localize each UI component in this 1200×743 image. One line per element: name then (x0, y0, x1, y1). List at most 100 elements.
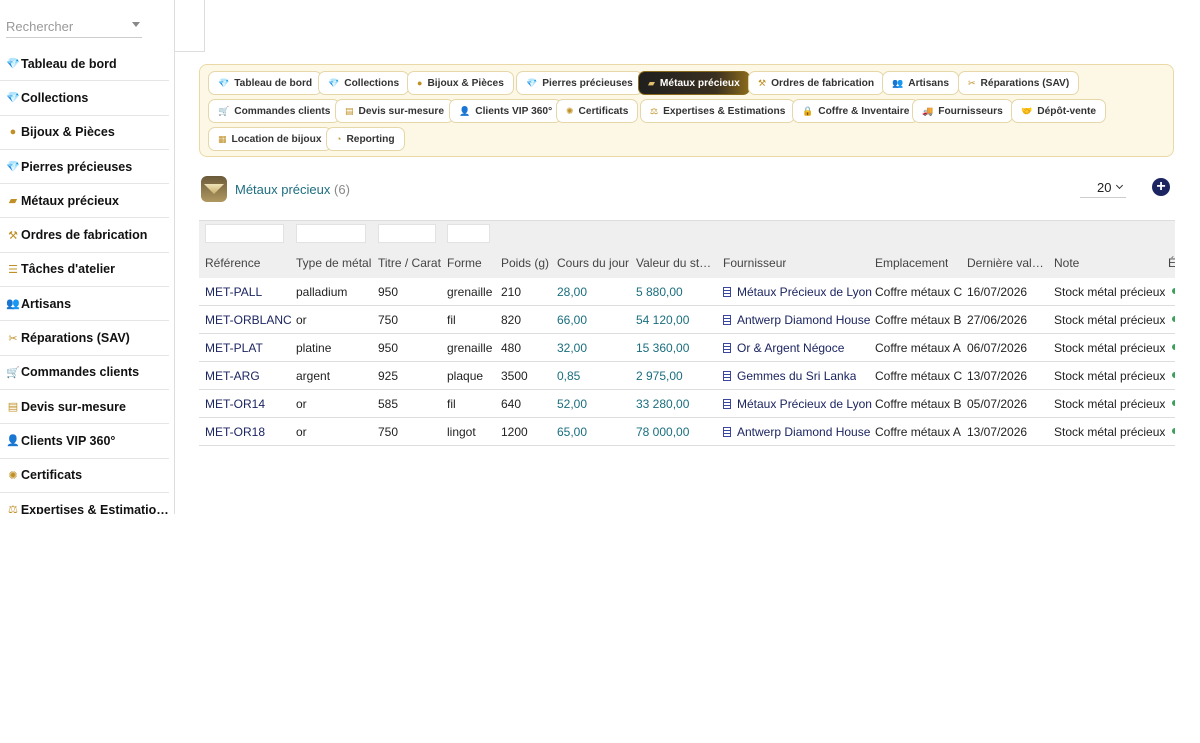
tab-clients-vip[interactable]: 👤 Clients VIP 360° (449, 99, 563, 123)
column-header[interactable]: Cours du jour (557, 256, 629, 270)
column-header[interactable]: Référence (205, 256, 260, 270)
column-header[interactable]: Poids (g) (501, 256, 549, 270)
cell-text: 2 975,00 (636, 369, 683, 383)
sidebar-item-commandes[interactable]: 🛒 Commandes clients (0, 356, 169, 390)
cell-text: 78 000,00 (636, 425, 690, 439)
sidebar-item-clients-vip[interactable]: 👤 Clients VIP 360° (0, 424, 169, 459)
cell-text: Stock métal précieux (1054, 341, 1166, 355)
sidebar-item-ordres[interactable]: ⚒ Ordres de fabrication (0, 218, 169, 253)
cell-reference[interactable]: MET-PLAT (205, 341, 263, 355)
cell-reference[interactable]: MET-OR18 (205, 425, 265, 439)
sidebar-item-collections[interactable]: 💎 Collections (0, 81, 169, 116)
sidebar-item-tableau-de-bord[interactable]: 💎 Tableau de bord (0, 47, 169, 82)
sidebar-item-devis[interactable]: ▤ Devis sur-mesure (0, 390, 169, 425)
cell-reference[interactable]: MET-OR14 (205, 397, 265, 411)
tab-collections[interactable]: 💎 Collections (318, 71, 410, 95)
cell-note: Stock métal précieux (1054, 369, 1165, 383)
cell-reference[interactable]: MET-ORBLANC (205, 313, 292, 327)
tab-pierres[interactable]: 💎 Pierres précieuses (516, 71, 643, 95)
cell-forme: grenaille (447, 341, 492, 355)
cell-text: 54 120,00 (636, 313, 690, 327)
cell-fournisseur[interactable]: Or & Argent Négoce (723, 341, 844, 355)
column-header[interactable]: Forme (447, 256, 482, 270)
column-header[interactable]: Valeur du st… (636, 256, 716, 270)
cell-text: or (296, 313, 307, 327)
cell-text: 750 (378, 425, 399, 439)
sidebar-item-expertises[interactable]: ⚖ Expertises & Estimations (0, 493, 169, 515)
cell-fournisseur[interactable]: Métaux Précieux de Lyon (723, 397, 872, 411)
cell-text: MET-PLAT (205, 341, 263, 355)
cell-fournisseur[interactable]: Antwerp Diamond House (723, 425, 870, 439)
column-header[interactable]: Type de métal (296, 256, 371, 270)
chevron-down-icon[interactable] (132, 22, 140, 27)
tab-ordres[interactable]: ⚒ Ordres de fabrication (748, 71, 885, 95)
tab-expertises[interactable]: ⚖ Expertises & Estimations (640, 99, 796, 123)
cell-derniere-valorisation: 06/07/2026 (967, 341, 1027, 355)
cell-text: Gemmes du Sri Lanka (737, 369, 857, 383)
filter-reference[interactable] (205, 224, 284, 243)
building-icon (723, 371, 731, 381)
tab-fournisseurs[interactable]: 🚚 Fournisseurs (912, 99, 1013, 123)
page-size-select[interactable]: 20 (1080, 176, 1126, 198)
tab-commandes[interactable]: 🛒 Commandes clients (208, 99, 341, 123)
diamond-icon: 💎 (218, 77, 230, 88)
cell-text: 16/07/2026 (967, 285, 1028, 299)
filter-titre[interactable] (378, 224, 436, 243)
tab-certificats[interactable]: ✺ Certificats (556, 99, 639, 123)
cell-reference[interactable]: MET-ARG (205, 369, 260, 383)
column-header[interactable]: Fournisseur (723, 256, 786, 270)
table-row[interactable]: MET-ARG argent 925 plaque 3500 0,85 2 975,00 Ge… (199, 362, 1175, 390)
column-header[interactable]: É (1168, 256, 1175, 270)
table-row[interactable]: MET-ORBLANC or 750 fil 820 66,00 54 120,00 Antw… (199, 306, 1175, 334)
tab-artisans[interactable]: 👥 Artisans (882, 71, 959, 95)
sidebar-item-label: Pierres précieuses (21, 159, 133, 174)
column-header[interactable]: Titre / Carat (378, 256, 441, 270)
cell-fournisseur[interactable]: Métaux Précieux de Lyon (723, 285, 872, 299)
cell-titre: 585 (378, 397, 398, 411)
cell-text: 925 (378, 369, 399, 383)
sidebar-item-bijoux[interactable]: ● Bijoux & Pièces (0, 116, 169, 150)
handshake-icon: 🤝 (1021, 105, 1033, 116)
tab-bijoux[interactable]: ● Bijoux & Pièces (407, 71, 514, 95)
cell-text: Coffre métaux A (875, 425, 961, 439)
tab-location[interactable]: ▦ Location de bijoux (208, 127, 332, 151)
table-row[interactable]: MET-OR14 or 585 fil 640 52,00 33 280,00 Métaux … (199, 390, 1175, 418)
cell-fournisseur[interactable]: Gemmes du Sri Lanka (723, 369, 856, 383)
sidebar-item-certificats[interactable]: ✺ Certificats (0, 459, 169, 493)
search-box[interactable] (6, 14, 142, 38)
column-header[interactable]: Emplacement (875, 256, 948, 270)
tab-reporting[interactable]: ◔ Reporting (326, 127, 405, 151)
tab-label: Métaux précieux (659, 77, 740, 89)
cell-text: MET-OR18 (205, 425, 266, 439)
sidebar-item-taches[interactable]: ☰ Tâches d'atelier (0, 253, 169, 288)
table-row[interactable]: MET-OR18 or 750 lingot 1200 65,00 78 000,00 Ant… (199, 418, 1175, 446)
tab-devis[interactable]: ▤ Devis sur-mesure (335, 99, 455, 123)
table-row[interactable]: MET-PALL palladium 950 grenaille 210 28,00 5 8… (199, 278, 1175, 306)
cell-text: 33 280,00 (636, 397, 690, 411)
building-icon (723, 427, 731, 437)
tab-tableau-de-bord[interactable]: 💎 Tableau de bord (208, 71, 323, 95)
tab-metaux[interactable]: ▰ Métaux précieux (638, 71, 750, 95)
filter-forme[interactable] (447, 224, 490, 243)
cell-fournisseur[interactable]: Antwerp Diamond House (723, 313, 870, 327)
column-header[interactable]: Note (1054, 256, 1079, 270)
cell-reference[interactable]: MET-PALL (205, 285, 262, 299)
cell-text: Métaux Précieux de Lyon (737, 397, 872, 411)
sidebar-item-pierres[interactable]: 💎 Pierres précieuses (0, 150, 169, 185)
table-row[interactable]: MET-PLAT platine 950 grenaille 480 32,00 15 36… (199, 334, 1175, 362)
sidebar-item-reparations[interactable]: ✂ Réparations (SAV) (0, 321, 169, 356)
diamond-icon: 💎 (6, 161, 20, 174)
cell-derniere-valorisation: 05/07/2026 (967, 397, 1027, 411)
column-header[interactable]: Dernière val… (967, 256, 1047, 270)
tab-coffre[interactable]: 🔒 Coffre & Inventaire (792, 99, 920, 123)
search-input[interactable] (6, 14, 126, 34)
filter-type-metal[interactable] (296, 224, 366, 243)
tab-reparations[interactable]: ✂ Réparations (SAV) (958, 71, 1080, 95)
list-icon: ☰ (8, 263, 18, 276)
user-icon: 👤 (459, 105, 471, 116)
cell-valeur: 5 880,00 (636, 285, 683, 299)
sidebar-item-artisans[interactable]: 👥 Artisans (0, 287, 169, 322)
sidebar-item-metaux[interactable]: ▰ Métaux précieux (0, 184, 169, 219)
tab-depot-vente[interactable]: 🤝 Dépôt-vente (1011, 99, 1107, 123)
add-record-button[interactable]: + (1152, 178, 1170, 196)
